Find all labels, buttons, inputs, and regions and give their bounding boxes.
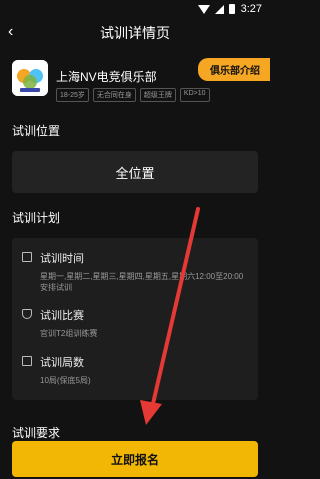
rounds-icon (22, 355, 32, 366)
club-tag: KD>10 (179, 88, 210, 102)
plan-card: 试训时间 星期一,星期二,星期三,星期四,星期五,星期六12:00至20:00安… (12, 238, 258, 400)
plan-item-value: 10局(保底5局) (40, 375, 91, 385)
plan-item-label: 试训时间 (40, 253, 84, 265)
plan-item-match: 试训比赛 官训T2组训练赛 (22, 307, 248, 339)
plan-item-value: 官训T2组训练赛 (40, 329, 98, 339)
plan-section-title: 试训计划 (12, 211, 61, 225)
club-header: 上海NV电竞俱乐部 18-25岁 无合同在身 超级王牌 KD>10 俱乐部介绍 (0, 58, 270, 110)
plan-item-rounds: 试训局数 10局(保底5局) (22, 354, 248, 386)
plan-item-label: 试训比赛 (40, 310, 84, 323)
status-icons (197, 4, 235, 14)
wifi-icon (197, 4, 210, 14)
requirements-section-title: 试训要求 (12, 425, 61, 440)
plan-item-label: 试训局数 (40, 356, 84, 369)
nav-bar: ‹ 试训详情页 (0, 18, 270, 48)
signup-button[interactable]: 立即报名 (12, 441, 258, 477)
calendar-icon (22, 252, 32, 262)
shield-icon (22, 309, 32, 320)
status-bar: 3:27 (0, 0, 270, 18)
location-value: 全位置 (115, 165, 155, 181)
plan-item-value: 星期一,星期二,星期三,星期四,星期五,星期六12:00至20:00安排试训 (40, 272, 244, 293)
location-card: 全位置 (12, 151, 258, 193)
page-title: 试训详情页 (100, 25, 170, 41)
club-name: 上海NV电竞俱乐部 (56, 70, 157, 84)
battery-icon (228, 4, 235, 14)
club-intro-button[interactable]: 俱乐部介绍 (198, 58, 270, 81)
club-tags: 18-25岁 无合同在身 超级王牌 KD>10 (56, 88, 210, 102)
signal-icon (214, 4, 224, 14)
club-tag: 无合同在身 (92, 88, 136, 102)
status-time: 3:27 (240, 3, 262, 15)
plan-item-time: 试训时间 星期一,星期二,星期三,星期四,星期五,星期六12:00至20:00安… (22, 250, 248, 293)
club-logo (12, 60, 48, 96)
club-tag: 18-25岁 (56, 88, 89, 102)
location-section-title: 试训位置 (12, 124, 61, 138)
back-icon[interactable]: ‹ (8, 23, 13, 41)
club-tag: 超级王牌 (139, 88, 176, 102)
